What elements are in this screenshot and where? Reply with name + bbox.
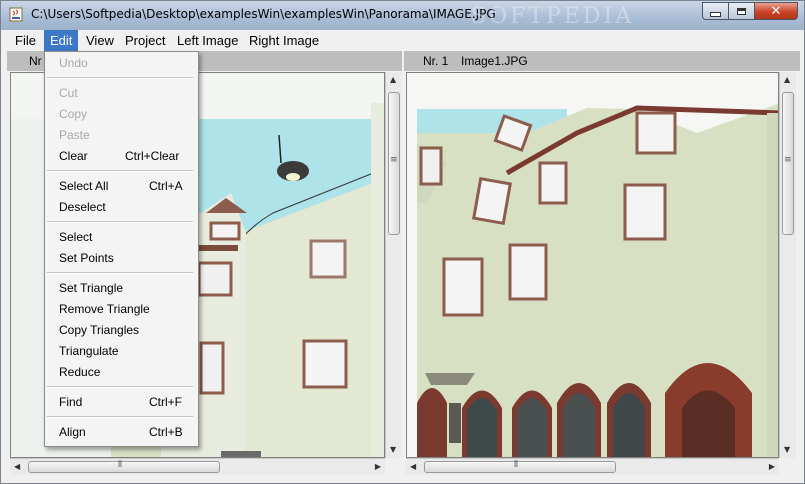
- right-image-panel: Nr. 1 Image1.JPG ▲ ≡ ▼ ◀ ⦀ ▶: [404, 51, 800, 475]
- title-bar[interactable]: C:\Users\Softpedia\Desktop\examplesWin\e…: [1, 1, 804, 30]
- left-horizontal-scrollbar[interactable]: ◀ ⦀ ▶: [10, 458, 385, 475]
- left-vertical-scrollbar[interactable]: ▲ ≡ ▼: [385, 72, 402, 458]
- menu-item-shortcut: Ctrl+B: [149, 425, 183, 439]
- menu-item-shortcut: Ctrl+Clear: [125, 149, 180, 163]
- menu-item-undo[interactable]: Undo: [45, 53, 196, 74]
- right-horizontal-scrollbar[interactable]: ◀ ⦀ ▶: [406, 458, 779, 475]
- menu-separator: [47, 221, 193, 223]
- menu-item-label: Remove Triangle: [59, 302, 150, 316]
- menu-item-copy-triangles[interactable]: Copy Triangles: [45, 320, 196, 341]
- menu-separator: [47, 77, 193, 79]
- menu-item-label: Paste: [59, 128, 90, 142]
- scroll-down-icon[interactable]: ▼: [784, 445, 790, 455]
- scroll-right-icon[interactable]: ▶: [375, 462, 381, 472]
- close-button[interactable]: ✕: [754, 2, 798, 20]
- menu-item-remove-triangle[interactable]: Remove Triangle: [45, 299, 196, 320]
- menu-item-label: Reduce: [59, 365, 101, 379]
- menu-separator: [47, 386, 193, 388]
- menu-item-cut[interactable]: Cut: [45, 83, 196, 104]
- menu-bar: File Edit View Project Left Image Right …: [2, 30, 803, 51]
- menu-left-image[interactable]: Left Image: [171, 30, 244, 51]
- maximize-button[interactable]: [728, 2, 754, 20]
- scroll-up-icon[interactable]: ▲: [390, 75, 396, 85]
- grip-icon: ≡: [784, 155, 792, 165]
- right-panel-filename: Image1.JPG: [461, 54, 528, 68]
- watermark-logo: SOFTPEDIA: [471, 4, 635, 29]
- app-window: C:\Users\Softpedia\Desktop\examplesWin\e…: [0, 0, 805, 484]
- edit-menu-dropdown: Undo Cut Copy Paste Clear Ctrl+Clear Sele…: [44, 51, 199, 447]
- menu-item-set-triangle[interactable]: Set Triangle: [45, 278, 196, 299]
- scroll-left-icon[interactable]: ◀: [14, 462, 20, 472]
- menu-separator: [47, 170, 193, 172]
- right-panel-number: Nr. 1: [423, 54, 449, 68]
- menu-item-label: Triangulate: [59, 344, 119, 358]
- menu-item-label: Set Points: [59, 251, 114, 265]
- menu-item-deselect[interactable]: Deselect: [45, 197, 196, 218]
- menu-item-clear[interactable]: Clear Ctrl+Clear: [45, 146, 196, 167]
- menu-right-image[interactable]: Right Image: [243, 30, 325, 51]
- menu-edit[interactable]: Edit: [44, 30, 79, 51]
- menu-item-align[interactable]: Align Ctrl+B: [45, 422, 196, 443]
- menu-separator: [47, 416, 193, 418]
- java-app-icon: [9, 7, 23, 22]
- menu-item-label: Undo: [59, 56, 88, 70]
- scroll-left-icon[interactable]: ◀: [410, 462, 416, 472]
- right-panel-header: Nr. 1 Image1.JPG: [404, 51, 800, 71]
- scroll-up-icon[interactable]: ▲: [784, 75, 790, 85]
- menu-item-label: Select All: [59, 179, 109, 193]
- left-panel-number: Nr: [29, 54, 42, 68]
- menu-item-paste[interactable]: Paste: [45, 125, 196, 146]
- menu-item-select-all[interactable]: Select All Ctrl+A: [45, 176, 196, 197]
- menu-project[interactable]: Project: [119, 30, 171, 51]
- menu-file[interactable]: File: [9, 30, 42, 51]
- menu-item-find[interactable]: Find Ctrl+F: [45, 392, 196, 413]
- menu-separator: [47, 272, 193, 274]
- menu-item-label: Select: [59, 230, 93, 244]
- grip-icon: ≡: [390, 155, 398, 165]
- menu-item-copy[interactable]: Copy: [45, 104, 196, 125]
- minimize-icon: [710, 11, 721, 17]
- minimize-button[interactable]: [702, 2, 728, 20]
- left-horizontal-scroll-thumb[interactable]: [28, 461, 220, 473]
- menu-item-label: Find: [59, 395, 83, 409]
- right-vertical-scrollbar[interactable]: ▲ ≡ ▼: [779, 72, 796, 458]
- menu-item-triangulate[interactable]: Triangulate: [45, 341, 196, 362]
- menu-item-label: Align: [59, 425, 86, 439]
- menu-item-label: Deselect: [59, 200, 106, 214]
- grip-icon: ⦀: [118, 460, 122, 470]
- menu-item-label: Set Triangle: [59, 281, 124, 295]
- menu-item-shortcut: Ctrl+A: [149, 179, 183, 193]
- menu-item-label: Cut: [59, 86, 78, 100]
- menu-item-reduce[interactable]: Reduce: [45, 362, 196, 383]
- menu-item-set-points[interactable]: Set Points: [45, 248, 196, 269]
- right-building-photo: [407, 73, 778, 457]
- right-image-view[interactable]: [406, 72, 779, 458]
- window-title: C:\Users\Softpedia\Desktop\examplesWin\e…: [31, 7, 496, 21]
- maximize-icon: [737, 7, 746, 15]
- menu-item-select[interactable]: Select: [45, 227, 196, 248]
- menu-item-label: Copy Triangles: [59, 323, 140, 337]
- right-horizontal-scroll-thumb[interactable]: [424, 461, 616, 473]
- menu-item-shortcut: Ctrl+F: [149, 395, 182, 409]
- menu-item-label: Copy: [59, 107, 88, 121]
- menu-view[interactable]: View: [80, 30, 120, 51]
- menu-item-label: Clear: [59, 149, 88, 163]
- grip-icon: ⦀: [514, 460, 518, 470]
- scroll-right-icon[interactable]: ▶: [769, 462, 775, 472]
- close-icon: ✕: [770, 3, 782, 19]
- scroll-down-icon[interactable]: ▼: [390, 445, 396, 455]
